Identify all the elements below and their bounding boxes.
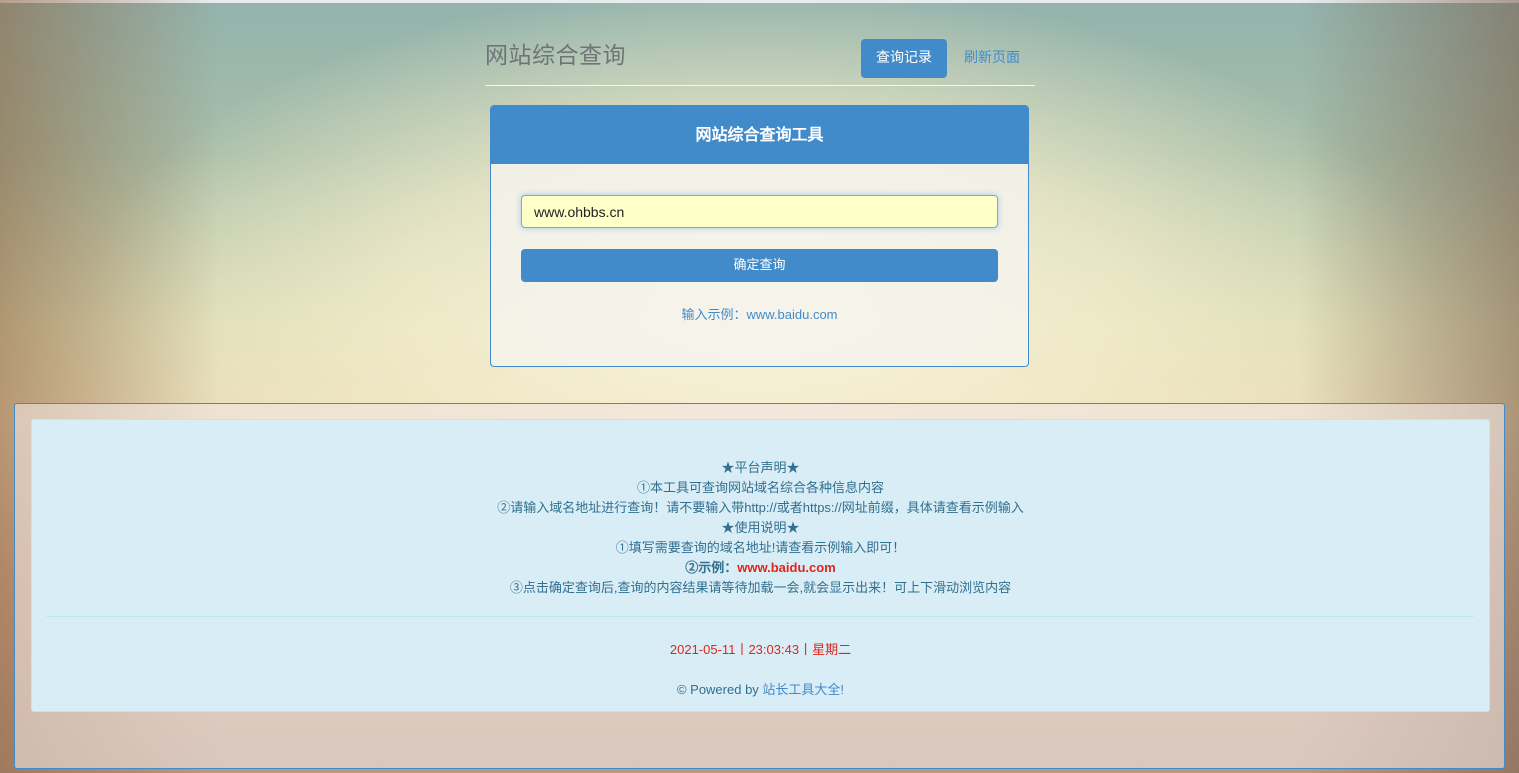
example-domain: www.baidu.com xyxy=(737,560,836,575)
panel-heading: 网站综合查询工具 xyxy=(491,106,1028,164)
time-text: 23:03:43 xyxy=(748,642,800,657)
notice-heading-platform: ★平台声明★ xyxy=(721,460,800,475)
page-header: 网站综合查询 查询记录 刷新页面 xyxy=(485,30,1035,86)
notice-line: ②请输入域名地址进行查询！请不要输入带http://或者https://网址前缀… xyxy=(497,500,1024,515)
example-prefix: ②示例： xyxy=(685,560,738,575)
submit-query-button[interactable]: 确定查询 xyxy=(521,249,998,282)
query-history-button[interactable]: 查询记录 xyxy=(861,39,947,78)
weekday-text: 星期二 xyxy=(812,642,852,657)
datetime-display: 2021-05-11丨23:03:43丨星期二 xyxy=(32,639,1489,658)
powered-by: © Powered by 站长工具大全! xyxy=(32,679,1489,698)
example-hint: 输入示例：www.baidu.com xyxy=(681,307,838,322)
notice-line: ①本工具可查询网站域名综合各种信息内容 xyxy=(636,480,884,495)
footer-container: ★平台声明★ ①本工具可查询网站域名综合各种信息内容 ②请输入域名地址进行查询！… xyxy=(14,403,1505,769)
separator: 丨 xyxy=(799,642,813,657)
refresh-page-link[interactable]: 刷新页面 xyxy=(964,39,1020,78)
domain-input[interactable] xyxy=(521,195,998,228)
footer-divider xyxy=(46,616,1474,617)
query-panel: 网站综合查询工具 确定查询 输入示例：www.baidu.com xyxy=(490,105,1029,367)
notice-line: ①填写需要查询的域名地址!请查看示例输入即可！ xyxy=(615,540,906,555)
notice-example-line: ②示例：www.baidu.com xyxy=(32,558,1489,578)
page-title: 网站综合查询 xyxy=(485,43,626,69)
info-box: ★平台声明★ ①本工具可查询网站域名综合各种信息内容 ②请输入域名地址进行查询！… xyxy=(31,419,1490,712)
separator: 丨 xyxy=(735,642,749,657)
notice-heading-usage: ★使用说明★ xyxy=(721,520,800,535)
notice-line: ③点击确定查询后,查询的内容结果请等待加载一会,就会显示出来！可上下滑动浏览内容 xyxy=(509,580,1012,595)
date-text: 2021-05-11 xyxy=(669,642,736,657)
window-top-edge xyxy=(0,0,1519,3)
powered-link[interactable]: 站长工具大全! xyxy=(762,682,844,697)
notice-text: ★平台声明★ ①本工具可查询网站域名综合各种信息内容 ②请输入域名地址进行查询！… xyxy=(32,458,1489,598)
powered-prefix: © Powered by xyxy=(676,682,763,697)
